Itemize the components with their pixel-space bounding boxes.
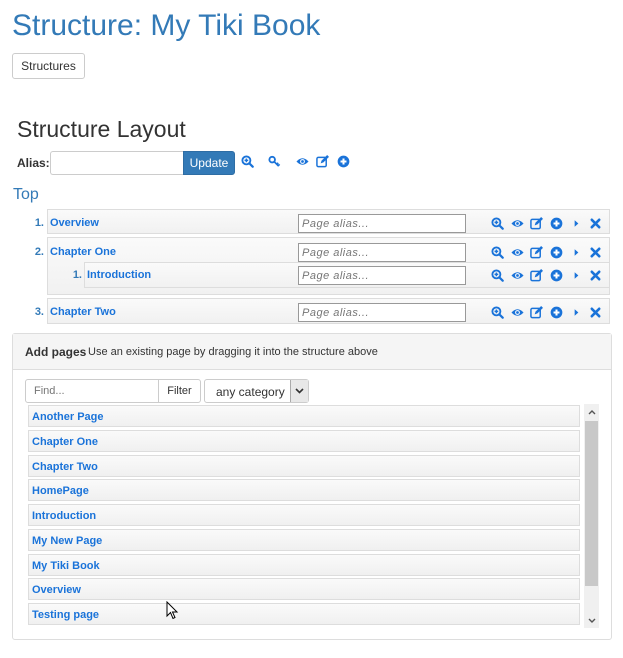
- category-select-value: any category: [216, 385, 285, 399]
- page-list-item-label[interactable]: My New Page: [32, 535, 102, 547]
- page-list-item-label[interactable]: Testing page: [32, 609, 99, 621]
- zoom-in-icon[interactable]: [491, 306, 504, 319]
- page-list-item[interactable]: Chapter Two: [28, 455, 580, 477]
- scroll-up-arrow-icon[interactable]: [584, 404, 599, 420]
- add-pages-title: Add pages: [25, 345, 87, 359]
- add-pages-header: Add pages Use an existing page by draggi…: [13, 334, 611, 370]
- page-alias-input[interactable]: [298, 303, 466, 322]
- edit-icon[interactable]: [530, 306, 543, 319]
- page-list-item[interactable]: My Tiki Book: [28, 554, 580, 576]
- page-list-item-label[interactable]: HomePage: [32, 485, 89, 497]
- add-pages-description: Use an existing page by dragging it into…: [88, 346, 378, 358]
- page-list-item[interactable]: Introduction: [28, 504, 580, 526]
- zoom-in-icon[interactable]: [241, 155, 254, 168]
- page-list-item-label[interactable]: Chapter One: [32, 436, 98, 448]
- node-number: 3.: [34, 306, 44, 318]
- page-title: Structure: My Tiki Book: [12, 9, 321, 42]
- eye-icon[interactable]: [296, 155, 309, 168]
- filter-button[interactable]: Filter: [158, 379, 201, 403]
- remove-icon[interactable]: [589, 306, 602, 319]
- remove-icon[interactable]: [589, 269, 602, 282]
- alias-label: Alias:: [17, 156, 50, 170]
- edit-icon[interactable]: [530, 217, 543, 230]
- page-list-item-label[interactable]: Introduction: [32, 510, 96, 522]
- chevron-down-icon[interactable]: [290, 380, 308, 402]
- structure-page-link[interactable]: Chapter Two: [50, 306, 116, 318]
- alias-input[interactable]: [50, 151, 184, 175]
- structure-page-link[interactable]: Chapter One: [50, 246, 116, 258]
- page-list-item-label[interactable]: Chapter Two: [32, 461, 98, 473]
- caret-right-icon[interactable]: [570, 269, 583, 282]
- edit-icon[interactable]: [530, 269, 543, 282]
- structures-button[interactable]: Structures: [12, 53, 85, 79]
- page-list-item-label[interactable]: Overview: [32, 584, 81, 596]
- page-list-item[interactable]: Testing page: [28, 603, 580, 625]
- eye-icon[interactable]: [511, 269, 524, 282]
- update-button[interactable]: Update: [183, 151, 235, 175]
- page-alias-input[interactable]: [298, 266, 466, 285]
- page-list-scrollbar[interactable]: [584, 404, 599, 628]
- edit-icon[interactable]: [530, 246, 543, 259]
- find-input[interactable]: [25, 379, 159, 403]
- plus-circle-icon[interactable]: [337, 155, 350, 168]
- edit-icon[interactable]: [316, 155, 329, 168]
- page-list-item[interactable]: Another Page: [28, 405, 580, 427]
- key-icon[interactable]: [268, 155, 281, 168]
- remove-icon[interactable]: [589, 217, 602, 230]
- zoom-in-icon[interactable]: [491, 269, 504, 282]
- page-alias-input[interactable]: [298, 214, 466, 233]
- page-list-item-label[interactable]: My Tiki Book: [32, 560, 100, 572]
- eye-icon[interactable]: [511, 246, 524, 259]
- remove-icon[interactable]: [589, 246, 602, 259]
- zoom-in-icon[interactable]: [491, 246, 504, 259]
- node-number: 1.: [34, 217, 44, 229]
- eye-icon[interactable]: [511, 306, 524, 319]
- structure-page-link[interactable]: Introduction: [87, 269, 151, 281]
- page-list-item-label[interactable]: Another Page: [32, 411, 104, 423]
- page-list-item[interactable]: My New Page: [28, 529, 580, 551]
- page-list-item[interactable]: Chapter One: [28, 430, 580, 452]
- scroll-down-arrow-icon[interactable]: [584, 612, 599, 628]
- plus-circle-icon[interactable]: [550, 269, 563, 282]
- mouse-cursor-icon: [166, 600, 180, 626]
- structure-page-link[interactable]: Overview: [50, 217, 99, 229]
- caret-right-icon[interactable]: [570, 306, 583, 319]
- caret-right-icon[interactable]: [570, 246, 583, 259]
- top-link[interactable]: Top: [13, 186, 39, 204]
- plus-circle-icon[interactable]: [550, 217, 563, 230]
- structure-layout-heading: Structure Layout: [17, 116, 186, 142]
- page-alias-input[interactable]: [298, 243, 466, 262]
- zoom-in-icon[interactable]: [491, 217, 504, 230]
- scrollbar-thumb[interactable]: [585, 421, 598, 586]
- node-number: 1.: [72, 269, 82, 281]
- node-number: 2.: [34, 246, 44, 258]
- plus-circle-icon[interactable]: [550, 246, 563, 259]
- eye-icon[interactable]: [511, 217, 524, 230]
- category-select[interactable]: any category: [204, 379, 309, 403]
- caret-right-icon[interactable]: [570, 217, 583, 230]
- page-list-item[interactable]: Overview: [28, 578, 580, 600]
- page-list-item[interactable]: HomePage: [28, 479, 580, 501]
- plus-circle-icon[interactable]: [550, 306, 563, 319]
